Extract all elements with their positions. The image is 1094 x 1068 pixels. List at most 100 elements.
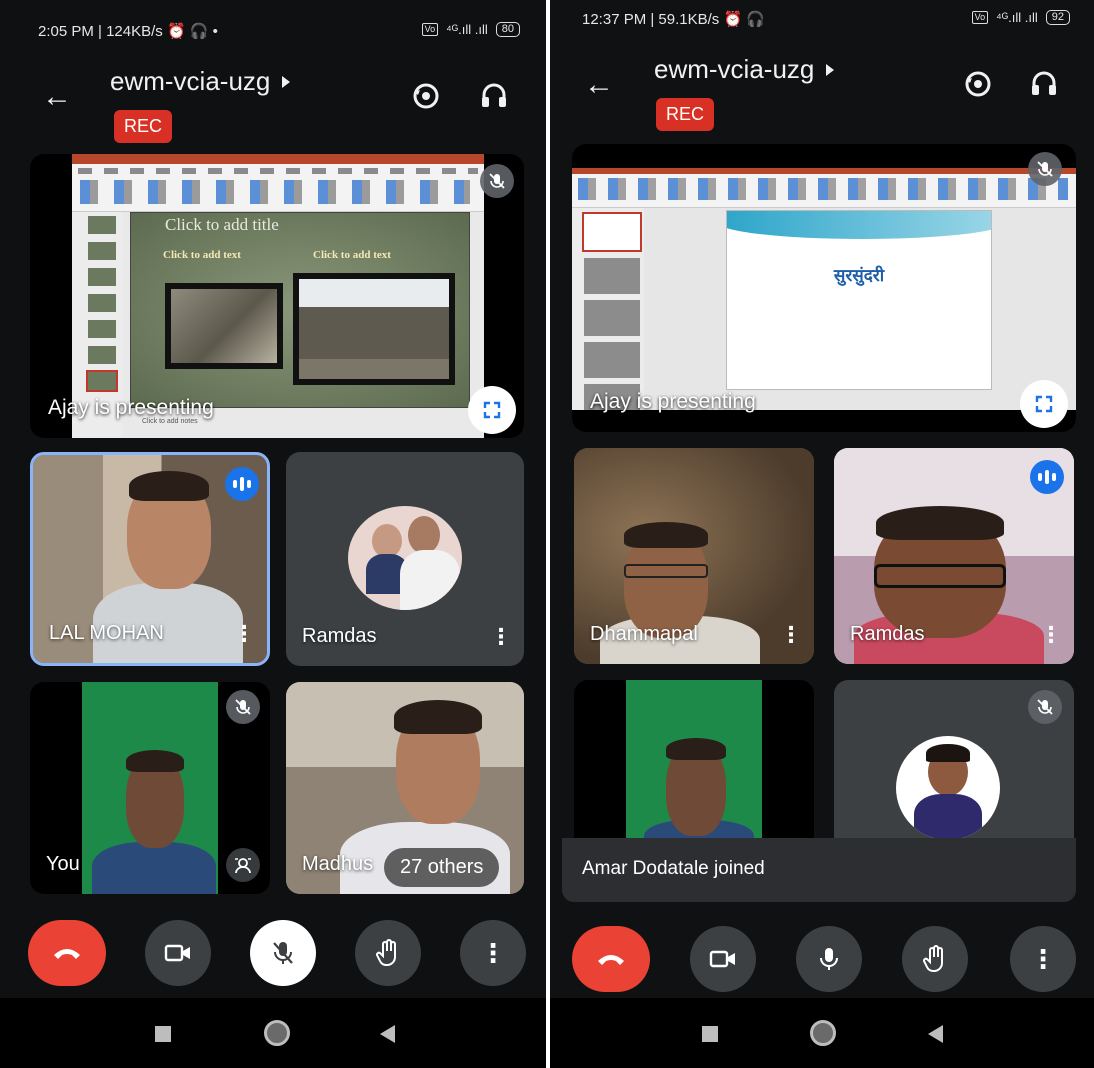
signal-icon: ⁴ᴳ.ıll .ıll bbox=[446, 22, 488, 37]
person-body bbox=[92, 842, 216, 894]
participant-name: You bbox=[46, 853, 80, 875]
participant-tile-ramdas[interactable]: Ramdas ⋮ bbox=[834, 448, 1074, 664]
others-count-pill[interactable]: 27 others bbox=[384, 848, 500, 887]
presenting-label: Ajay is presenting bbox=[48, 396, 214, 419]
slide-text-left: Click to add text bbox=[163, 249, 241, 261]
participant-tile-avatar[interactable] bbox=[834, 680, 1074, 840]
speaking-icon bbox=[225, 467, 259, 501]
ppt-ribbon bbox=[72, 164, 484, 212]
volte-icon: Vo bbox=[421, 23, 439, 36]
mic-off-icon bbox=[226, 690, 260, 724]
back-icon[interactable] bbox=[928, 1025, 943, 1043]
back-arrow-icon[interactable]: ← bbox=[582, 68, 616, 102]
chevron-right-icon bbox=[282, 75, 291, 88]
status-bar: 12:37 PM | 59.1KB/s ⏰ 🎧 Vo ⁴ᴳ.ıll .ıll 9… bbox=[550, 0, 1094, 60]
participant-name: Ramdas bbox=[850, 623, 925, 645]
headphones-icon[interactable] bbox=[474, 80, 514, 120]
person-hair bbox=[394, 700, 482, 734]
person-hair bbox=[129, 471, 209, 501]
fullscreen-icon[interactable] bbox=[468, 386, 516, 434]
slide-canvas: सुरसुंदरी bbox=[726, 210, 992, 390]
more-vert-icon[interactable]: ⋮ bbox=[490, 626, 512, 648]
raise-hand-button[interactable] bbox=[902, 926, 968, 992]
slide-canvas: Click to add title Click to add text Cli… bbox=[130, 212, 470, 408]
join-notification: Amar Dodatale joined bbox=[562, 838, 1076, 902]
mic-off-icon bbox=[480, 164, 514, 198]
back-icon[interactable] bbox=[380, 1025, 395, 1043]
flip-camera-icon[interactable] bbox=[958, 68, 998, 108]
flip-camera-icon[interactable] bbox=[406, 80, 446, 120]
slide-text-right: Click to add text bbox=[313, 249, 391, 261]
hang-up-button[interactable] bbox=[572, 926, 650, 992]
slide-image-right bbox=[293, 273, 455, 385]
home-icon[interactable] bbox=[264, 1020, 290, 1046]
status-icons: Vo ⁴ᴳ.ıll .ıll 80 bbox=[421, 22, 520, 37]
status-bar: 2:05 PM | 124KB/s ⏰ 🎧 • Vo ⁴ᴳ.ıll .ıll 8… bbox=[0, 0, 546, 60]
shared-screen: सुरसुंदरी bbox=[572, 168, 1076, 410]
mic-button[interactable] bbox=[796, 926, 862, 992]
rec-badge: REC bbox=[114, 110, 173, 143]
participant-name: Ramdas bbox=[302, 625, 377, 647]
battery-icon: 80 bbox=[495, 22, 520, 37]
avatar bbox=[348, 506, 462, 610]
right-phone-screen: 12:37 PM | 59.1KB/s ⏰ 🎧 Vo ⁴ᴳ.ıll .ıll 9… bbox=[550, 0, 1094, 1068]
recents-icon[interactable] bbox=[702, 1026, 718, 1042]
more-options-button[interactable]: ⋮ bbox=[1010, 926, 1076, 992]
ppt-ribbon bbox=[572, 174, 1076, 208]
status-time: 2:05 PM | 124KB/s ⏰ 🎧 • bbox=[38, 23, 218, 40]
headphones-icon[interactable] bbox=[1024, 68, 1064, 108]
participant-tile-madhus[interactable]: Madhus 27 others bbox=[286, 682, 524, 894]
signal-icon: ⁴ᴳ.ıll .ıll bbox=[996, 10, 1038, 25]
volte-icon: Vo bbox=[971, 11, 989, 24]
recents-icon[interactable] bbox=[155, 1026, 171, 1042]
slide-title-placeholder: Click to add title bbox=[165, 215, 279, 234]
person-hair bbox=[126, 750, 184, 772]
mic-off-button[interactable] bbox=[250, 920, 316, 986]
presenting-label: Ajay is presenting bbox=[590, 390, 756, 413]
rec-badge: REC bbox=[656, 98, 715, 131]
avatar bbox=[896, 736, 1000, 840]
mic-off-icon bbox=[1028, 690, 1062, 724]
android-nav-bar bbox=[550, 998, 1094, 1068]
glasses bbox=[874, 564, 1006, 588]
participant-name: Madhus bbox=[302, 853, 374, 875]
meeting-title[interactable]: ewm-vcia-uzg bbox=[654, 54, 835, 85]
person-hair bbox=[624, 522, 708, 548]
join-notification-text: Amar Dodatale joined bbox=[582, 858, 765, 879]
fullscreen-icon[interactable] bbox=[1020, 380, 1068, 428]
participant-tile-self[interactable] bbox=[574, 680, 814, 840]
status-time: 12:37 PM | 59.1KB/s ⏰ 🎧 bbox=[582, 11, 766, 28]
participant-tile-you[interactable]: You bbox=[30, 682, 270, 894]
participant-name: Dhammapal bbox=[590, 623, 698, 645]
meeting-title[interactable]: ewm-vcia-uzg bbox=[110, 66, 291, 97]
background-effects-icon[interactable] bbox=[226, 848, 260, 882]
glasses bbox=[624, 564, 708, 578]
chevron-right-icon bbox=[826, 63, 835, 76]
slide-image-left bbox=[165, 283, 283, 369]
back-arrow-icon[interactable]: ← bbox=[40, 80, 74, 114]
ppt-titlebar bbox=[72, 154, 484, 164]
raise-hand-button[interactable] bbox=[355, 920, 421, 986]
more-vert-icon[interactable]: ⋮ bbox=[780, 624, 802, 646]
presentation-tile[interactable]: Click to add title Click to add text Cli… bbox=[30, 154, 524, 438]
hang-up-button[interactable] bbox=[28, 920, 106, 986]
participant-name: LAL MOHAN bbox=[49, 622, 164, 644]
home-icon[interactable] bbox=[810, 1020, 836, 1046]
more-options-button[interactable]: ⋮ bbox=[460, 920, 526, 986]
slide-thumbnails bbox=[572, 208, 644, 410]
camera-button[interactable] bbox=[690, 926, 756, 992]
status-icons: Vo ⁴ᴳ.ıll .ıll 92 bbox=[971, 10, 1070, 25]
android-nav-bar bbox=[0, 998, 546, 1068]
participant-tile-dhammapal[interactable]: Dhammapal ⋮ bbox=[574, 448, 814, 664]
more-vert-icon[interactable]: ⋮ bbox=[1040, 624, 1062, 646]
presentation-tile[interactable]: सुरसुंदरी Ajay is presenting bbox=[572, 144, 1076, 432]
speaking-icon bbox=[1030, 460, 1064, 494]
left-phone-screen: 2:05 PM | 124KB/s ⏰ 🎧 • Vo ⁴ᴳ.ıll .ıll 8… bbox=[0, 0, 546, 1068]
participant-tile-ramdas[interactable]: Ramdas ⋮ bbox=[286, 452, 524, 666]
participant-tile-lal-mohan[interactable]: LAL MOHAN ⋮ bbox=[30, 452, 270, 666]
camera-button[interactable] bbox=[145, 920, 211, 986]
mic-off-icon bbox=[1028, 152, 1062, 186]
person-hair bbox=[666, 738, 726, 760]
person-hair bbox=[876, 506, 1004, 540]
more-vert-icon[interactable]: ⋮ bbox=[233, 623, 255, 645]
